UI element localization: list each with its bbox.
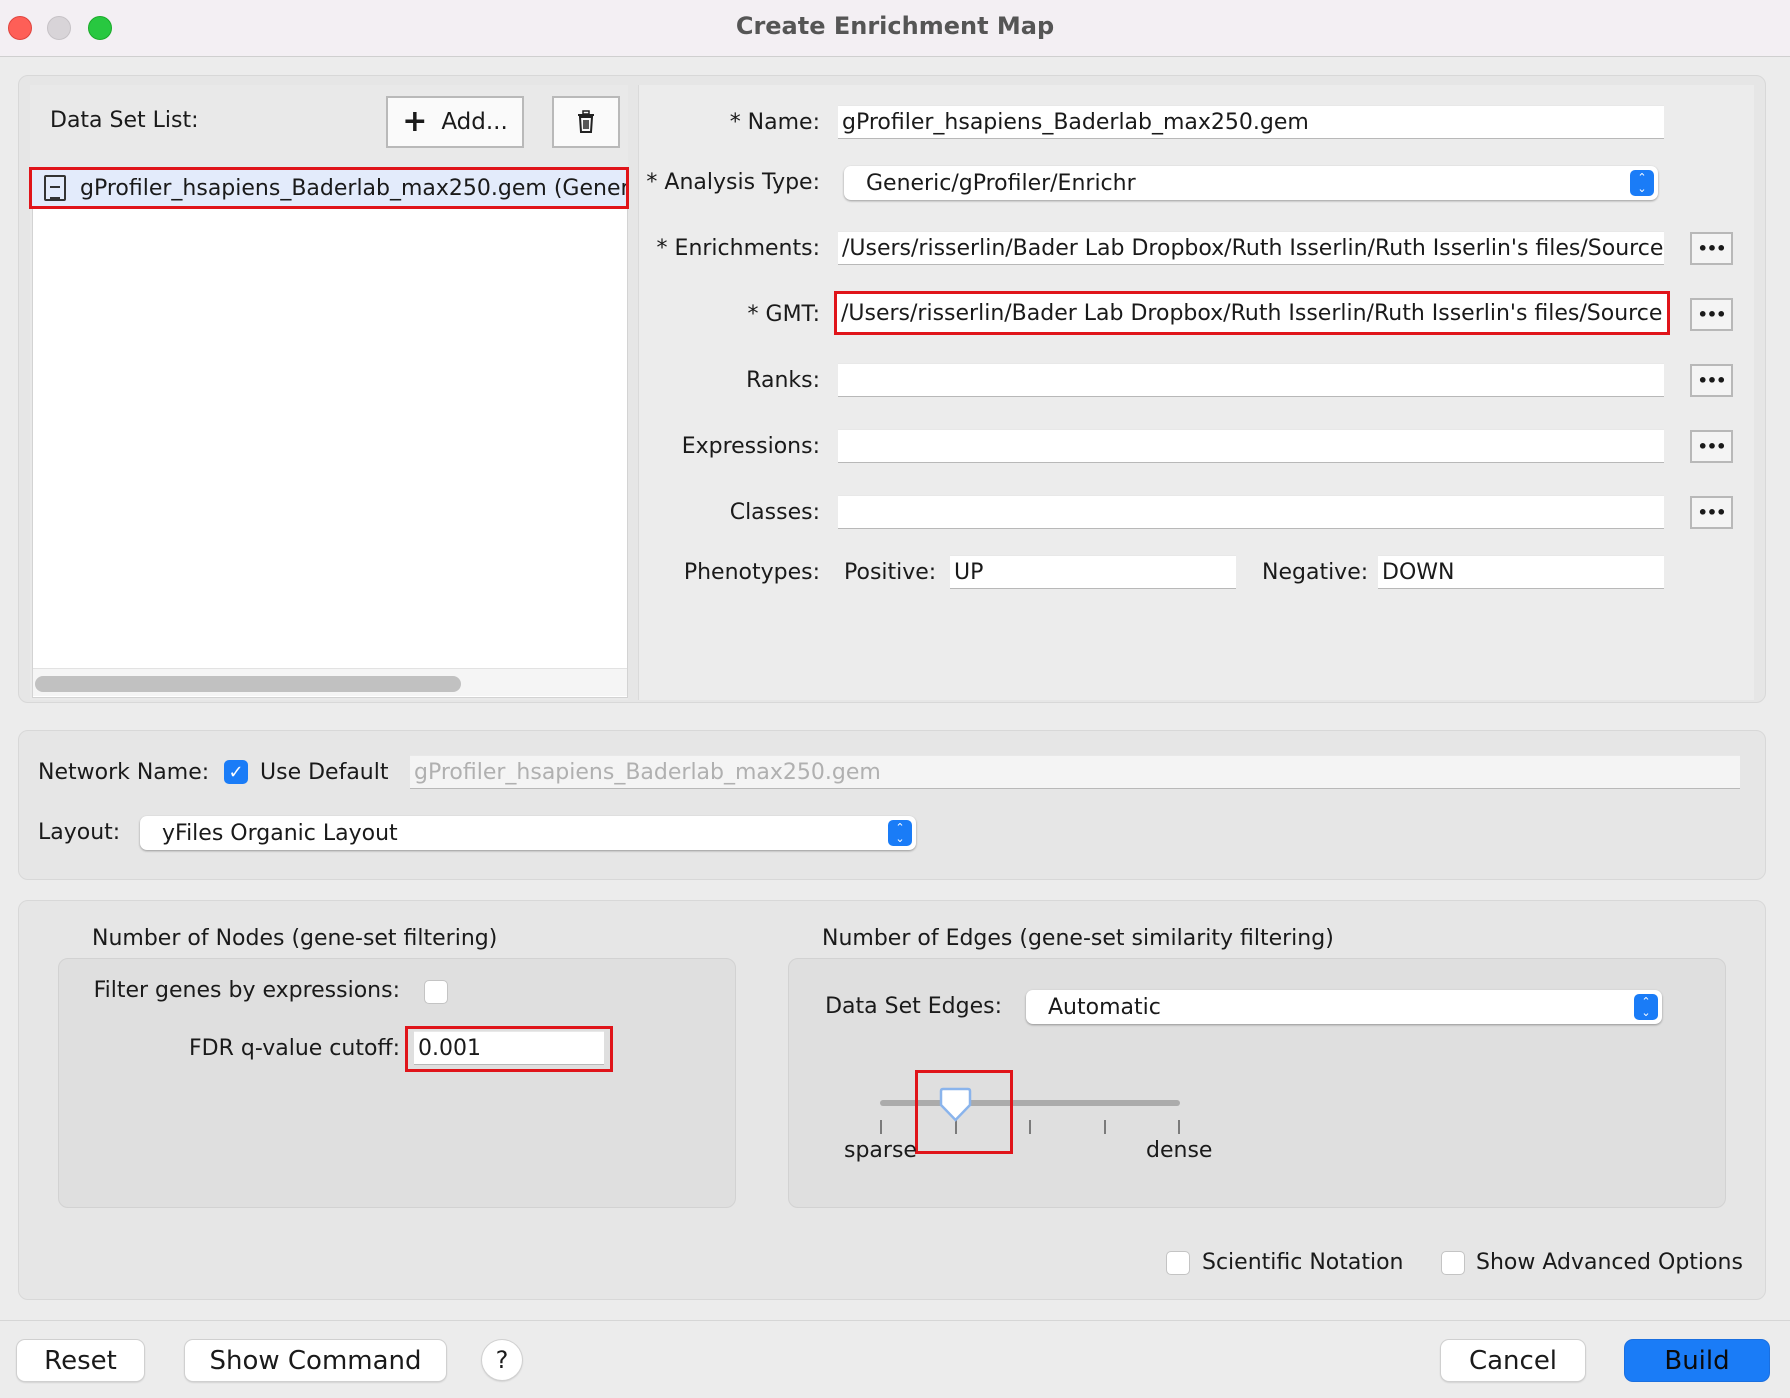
name-label: * Name: [729,110,820,135]
ranks-field[interactable] [838,363,1664,397]
ranks-browse-button[interactable]: ••• [1690,364,1733,397]
use-default-label: Use Default [260,760,389,785]
dataset-edges-label: Data Set Edges: [825,994,1002,1019]
classes-field[interactable] [838,495,1664,529]
ellipsis-icon: ••• [1697,371,1727,390]
positive-phenotype-field[interactable]: UP [950,555,1236,589]
window-title: Create Enrichment Map [735,12,1055,40]
show-advanced-checkbox[interactable] [1441,1251,1465,1275]
document-icon [44,175,66,201]
layout-label: Layout: [38,820,121,845]
help-button[interactable]: ? [482,1340,522,1380]
network-name-field[interactable]: gProfiler_hsapiens_Baderlab_max250.gem [410,755,1740,789]
positive-label: Positive: [844,560,937,585]
dataset-list-label: Data Set List: [50,108,199,133]
slider-highlight [915,1070,1013,1154]
enrichments-field[interactable]: /Users/risserlin/Bader Lab Dropbox/Ruth … [838,231,1664,265]
dataset-list-item[interactable]: gProfiler_hsapiens_Baderlab_max250.gem (… [29,167,629,209]
dataset-edges-value: Automatic [1048,994,1161,1020]
network-name-label: Network Name: [38,760,210,785]
gmt-label: * GMT: [747,302,820,327]
phenotypes-label: Phenotypes: [683,560,820,585]
scientific-notation-label: Scientific Notation [1202,1250,1404,1275]
negative-phenotype-field[interactable]: DOWN [1378,555,1664,589]
reset-button[interactable]: Reset [17,1340,144,1381]
enrichments-browse-button[interactable]: ••• [1690,232,1733,265]
ellipsis-icon: ••• [1697,239,1727,258]
slider-tick [1029,1120,1031,1134]
build-button[interactable]: Build [1625,1340,1769,1381]
analysis-type-value: Generic/gProfiler/Enrichr [866,170,1136,196]
analysis-type-label: * Analysis Type: [646,170,820,195]
select-stepper-icon: ⌃ ⌄ [1634,994,1658,1020]
analysis-type-select[interactable]: Generic/gProfiler/Enrichr ⌃ ⌄ [844,166,1658,200]
slider-max-label: dense [1146,1138,1213,1163]
slider-tick [1178,1120,1180,1134]
slider-min-label: sparse [844,1138,917,1163]
checkmark-icon: ✓ [228,761,244,783]
dataset-list-scroll-thumb[interactable] [35,676,461,692]
add-dataset-button[interactable]: + Add... [386,96,524,148]
ellipsis-icon: ••• [1697,305,1727,324]
use-default-checkbox[interactable]: ✓ [224,760,248,784]
gmt-field[interactable]: /Users/risserlin/Bader Lab Dropbox/Ruth … [834,291,1670,335]
layout-select[interactable]: yFiles Organic Layout ⌃ ⌄ [140,816,916,850]
nodes-section-title: Number of Nodes (gene-set filtering) [92,926,498,951]
title-bar: Create Enrichment Map [0,0,1790,57]
dataset-item-label: gProfiler_hsapiens_Baderlab_max250.gem (… [80,175,629,201]
footer-divider [0,1320,1790,1321]
filter-genes-label: Filter genes by expressions: [93,978,400,1003]
fdr-cutoff-field[interactable]: 0.001 [414,1031,604,1065]
trash-icon [578,110,594,133]
cancel-button[interactable]: Cancel [1441,1340,1585,1381]
scientific-notation-checkbox[interactable] [1166,1251,1190,1275]
filter-genes-checkbox[interactable] [424,980,448,1004]
ellipsis-icon: ••• [1697,503,1727,522]
negative-label: Negative: [1262,560,1369,585]
ranks-label: Ranks: [746,368,820,393]
plus-icon: + [402,104,428,139]
expressions-label: Expressions: [681,434,820,459]
classes-label: Classes: [729,500,820,525]
show-command-button[interactable]: Show Command [185,1340,446,1381]
slider-tick [1103,1120,1106,1134]
slider-tick [880,1120,882,1134]
select-stepper-icon: ⌃ ⌄ [888,820,912,846]
enrichments-label: * Enrichments: [656,236,820,261]
gmt-browse-button[interactable]: ••• [1690,298,1733,331]
show-advanced-label: Show Advanced Options [1476,1250,1743,1275]
expressions-field[interactable] [838,429,1664,463]
ellipsis-icon: ••• [1697,437,1727,456]
network-panel [18,730,1766,880]
layout-value: yFiles Organic Layout [162,820,398,846]
expressions-browse-button[interactable]: ••• [1690,430,1733,463]
edges-section-title: Number of Edges (gene-set similarity fil… [822,926,1334,951]
add-button-label: Add... [441,109,508,135]
fdr-label: FDR q-value cutoff: [189,1036,400,1061]
name-field[interactable]: gProfiler_hsapiens_Baderlab_max250.gem [838,105,1664,139]
dataset-list[interactable] [32,167,628,698]
delete-dataset-button[interactable] [552,96,620,148]
select-stepper-icon: ⌃ ⌄ [1630,170,1654,196]
dataset-edges-select[interactable]: Automatic ⌃ ⌄ [1026,990,1662,1024]
classes-browse-button[interactable]: ••• [1690,496,1733,529]
